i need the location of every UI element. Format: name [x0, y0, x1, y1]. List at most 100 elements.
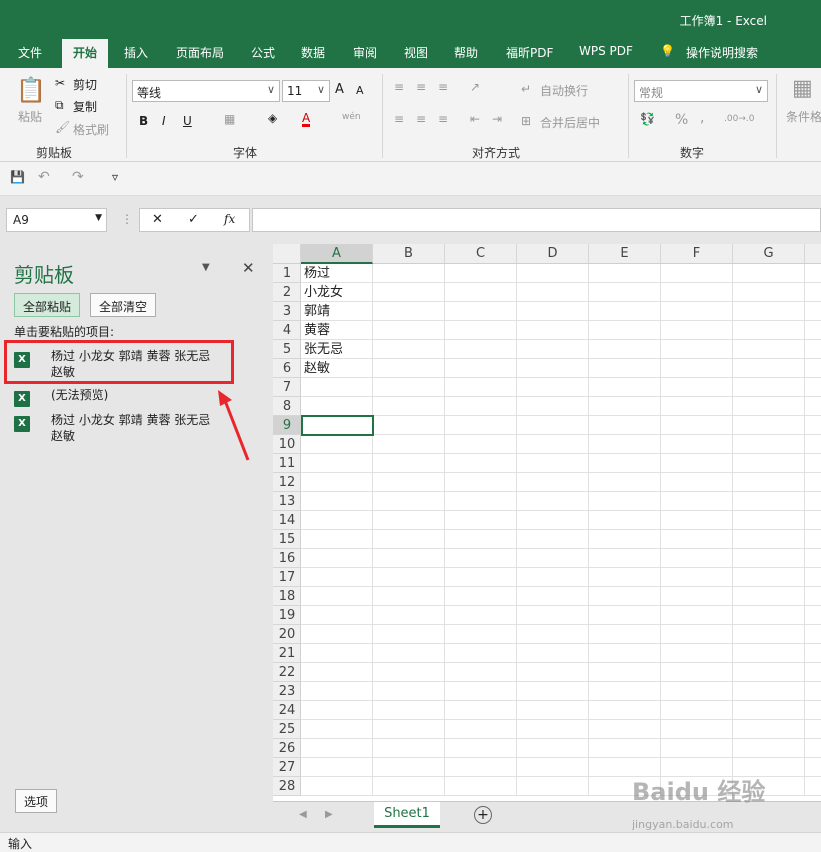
- enter-icon[interactable]: ✓: [188, 212, 199, 227]
- row-header[interactable]: 24: [273, 701, 301, 720]
- save-icon[interactable]: 💾: [10, 170, 25, 184]
- clear-all-button[interactable]: 全部清空: [90, 293, 157, 317]
- redo-icon[interactable]: ↷: [72, 169, 84, 185]
- row-header[interactable]: 14: [273, 511, 301, 530]
- cell[interactable]: 黄蓉: [301, 321, 373, 340]
- wrap-text-button[interactable]: 自动换行: [540, 82, 588, 99]
- column-header[interactable]: A: [301, 244, 373, 264]
- pane-menu-icon[interactable]: ▼: [202, 262, 210, 273]
- decimal-button[interactable]: .00→.0: [724, 114, 754, 124]
- column-header[interactable]: C: [445, 244, 517, 264]
- number-format-select[interactable]: 常规 ∨: [634, 80, 768, 102]
- row-header[interactable]: 11: [273, 454, 301, 473]
- align-middle-icon[interactable]: ≡: [416, 80, 426, 94]
- copy-button[interactable]: 复制: [73, 98, 97, 115]
- row-header[interactable]: 20: [273, 625, 301, 644]
- bold-button[interactable]: B: [139, 114, 148, 128]
- row-header[interactable]: 17: [273, 568, 301, 587]
- tab-formulas[interactable]: 公式: [251, 44, 275, 61]
- tab-data[interactable]: 数据: [301, 44, 325, 61]
- font-name-select[interactable]: 等线 ∨: [132, 80, 280, 102]
- column-header[interactable]: E: [589, 244, 661, 264]
- currency-icon[interactable]: 💱: [640, 112, 655, 126]
- italic-button[interactable]: I: [162, 114, 166, 128]
- tab-review[interactable]: 审阅: [353, 44, 377, 61]
- formula-input[interactable]: [252, 208, 821, 232]
- phonetic-icon[interactable]: wén: [342, 112, 361, 122]
- grow-font-button[interactable]: A: [335, 82, 344, 97]
- cell[interactable]: 张无忌: [301, 340, 373, 359]
- cell[interactable]: 小龙女: [301, 283, 373, 302]
- column-header[interactable]: F: [661, 244, 733, 264]
- customize-qat-icon[interactable]: ▿: [112, 170, 118, 184]
- spreadsheet-grid[interactable]: A B C D E F G 1 2 3 4 5 6 7 8 9 10 11 12 13 14 15 16 17 1…: [273, 244, 821, 801]
- align-bottom-icon[interactable]: ≡: [438, 80, 448, 94]
- insert-function-icon[interactable]: fx: [224, 212, 235, 226]
- paste-all-button[interactable]: 全部粘贴: [14, 293, 81, 317]
- row-header[interactable]: 2: [273, 283, 301, 302]
- tab-help[interactable]: 帮助: [454, 44, 478, 61]
- paste-button[interactable]: 粘贴: [18, 108, 42, 125]
- sheet-tab[interactable]: Sheet1: [374, 802, 440, 828]
- row-header[interactable]: 25: [273, 720, 301, 739]
- row-header[interactable]: 9: [273, 416, 301, 435]
- row-header[interactable]: 3: [273, 302, 301, 321]
- font-color-icon[interactable]: A: [302, 112, 311, 127]
- font-size-select[interactable]: 11 ∨: [282, 80, 330, 102]
- increase-indent-icon[interactable]: ⇥: [492, 112, 502, 126]
- align-left-icon[interactable]: ≡: [394, 112, 404, 126]
- row-header[interactable]: 19: [273, 606, 301, 625]
- row-header[interactable]: 10: [273, 435, 301, 454]
- column-header[interactable]: B: [373, 244, 445, 264]
- tell-me-search[interactable]: 操作说明搜索: [686, 44, 758, 61]
- row-header[interactable]: 1: [273, 264, 301, 283]
- row-header[interactable]: 28: [273, 777, 301, 796]
- tab-insert[interactable]: 插入: [124, 44, 148, 61]
- row-header[interactable]: 23: [273, 682, 301, 701]
- close-icon[interactable]: ✕: [242, 259, 255, 277]
- row-header[interactable]: 7: [273, 378, 301, 397]
- cell[interactable]: 杨过: [301, 264, 373, 283]
- tab-foxit-pdf[interactable]: 福昕PDF: [506, 44, 553, 61]
- select-all-corner[interactable]: [273, 244, 301, 264]
- cell[interactable]: 赵敏: [301, 359, 373, 378]
- underline-button[interactable]: U: [183, 114, 192, 128]
- merge-center-button[interactable]: 合并后居中: [540, 114, 600, 131]
- row-header[interactable]: 6: [273, 359, 301, 378]
- row-header[interactable]: 27: [273, 758, 301, 777]
- tab-home[interactable]: 开始: [62, 39, 109, 68]
- align-top-icon[interactable]: ≡: [394, 80, 404, 94]
- undo-icon[interactable]: ↶: [38, 169, 50, 185]
- row-header[interactable]: 18: [273, 587, 301, 606]
- format-painter-button[interactable]: 格式刷: [73, 121, 109, 138]
- tab-view[interactable]: 视图: [404, 44, 428, 61]
- row-header[interactable]: 15: [273, 530, 301, 549]
- tab-page-layout[interactable]: 页面布局: [176, 44, 224, 61]
- add-sheet-button[interactable]: +: [474, 806, 492, 824]
- row-header[interactable]: 21: [273, 644, 301, 663]
- row-header[interactable]: 13: [273, 492, 301, 511]
- orientation-icon[interactable]: ↗: [470, 80, 480, 94]
- tab-wps-pdf[interactable]: WPS PDF: [579, 44, 633, 58]
- conditional-format-button[interactable]: 条件格: [786, 108, 821, 125]
- decrease-indent-icon[interactable]: ⇤: [470, 112, 480, 126]
- align-right-icon[interactable]: ≡: [438, 112, 448, 126]
- row-header[interactable]: 26: [273, 739, 301, 758]
- column-header[interactable]: G: [733, 244, 805, 264]
- scroll-right-icon[interactable]: ▶: [325, 809, 333, 820]
- row-header[interactable]: 5: [273, 340, 301, 359]
- row-header[interactable]: 8: [273, 397, 301, 416]
- scroll-left-icon[interactable]: ◀: [299, 809, 307, 820]
- comma-button[interactable]: ,: [700, 110, 704, 126]
- name-box[interactable]: A9 ▼: [6, 208, 107, 232]
- options-button[interactable]: 选项: [15, 789, 58, 813]
- border-icon[interactable]: ▦: [224, 112, 235, 126]
- fill-color-icon[interactable]: ◈: [268, 111, 277, 125]
- cut-button[interactable]: 剪切: [73, 76, 97, 93]
- column-header[interactable]: D: [517, 244, 589, 264]
- shrink-font-button[interactable]: A: [356, 84, 364, 97]
- cell[interactable]: 郭靖: [301, 302, 373, 321]
- tab-file[interactable]: 文件: [18, 44, 42, 61]
- active-cell[interactable]: [301, 415, 374, 436]
- percent-button[interactable]: %: [675, 112, 688, 128]
